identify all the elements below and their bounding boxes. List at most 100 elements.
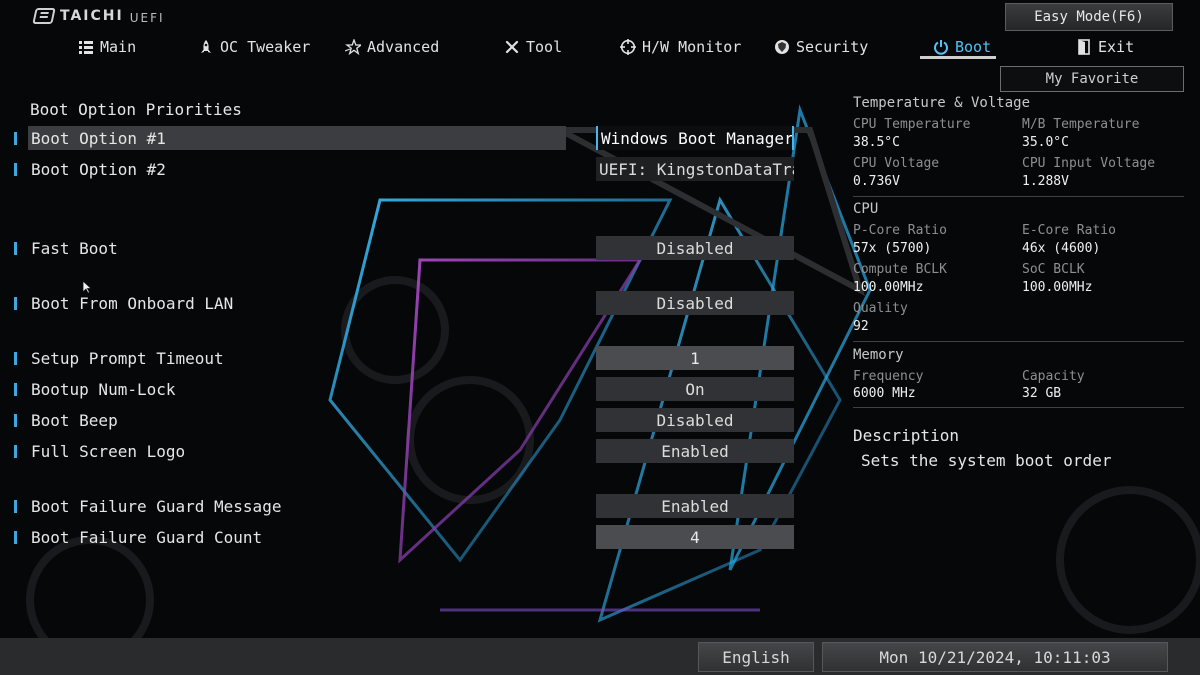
setting-label: Setup Prompt Timeout — [31, 349, 224, 368]
section-title: Boot Option Priorities — [30, 100, 242, 119]
compute-bclk-value: 100.00MHz — [853, 280, 924, 295]
setting-row-boot-failure-guard-message[interactable]: Boot Failure Guard Message Enabled — [0, 494, 800, 520]
crosshair-icon — [620, 39, 636, 55]
tab-oc-tweaker-label: OC Tweaker — [220, 38, 311, 56]
description-text: Sets the system boot order — [861, 451, 1112, 470]
memory-capacity-value: 32 GB — [1022, 386, 1062, 401]
setting-label: Boot Option #2 — [31, 160, 166, 179]
tab-exit[interactable]: Exit — [1076, 34, 1134, 60]
tab-main[interactable]: Main — [78, 34, 136, 60]
memory-section-title: Memory — [853, 347, 904, 363]
tab-boot-label: Boot — [955, 38, 992, 56]
brand-name: TAICHI — [60, 8, 124, 24]
cpu-voltage-label: CPU Voltage — [853, 156, 940, 171]
setting-value-fast-boot[interactable]: Disabled — [596, 236, 794, 260]
row-marker — [14, 500, 17, 513]
setting-value-setup-prompt-timeout[interactable]: 1 — [596, 346, 794, 370]
cpu-temp-value: 38.5°C — [853, 135, 900, 150]
setting-row-boot-option-1[interactable]: Boot Option #1 Windows Boot Manager ... — [0, 126, 800, 152]
soc-bclk-value: 100.00MHz — [1022, 280, 1093, 295]
setting-row-boot-from-onboard-lan[interactable]: Boot From Onboard LAN Disabled — [0, 291, 800, 317]
row-marker — [14, 297, 17, 310]
pcore-ratio-value: 57x (5700) — [853, 241, 932, 256]
setting-label: Bootup Num-Lock — [31, 380, 176, 399]
setting-value-boot-option-1[interactable]: Windows Boot Manager ... — [596, 126, 794, 150]
tab-hw-monitor[interactable]: H/W Monitor — [620, 34, 741, 60]
setting-label: Boot Option #1 — [31, 129, 166, 148]
tab-exit-label: Exit — [1098, 38, 1135, 56]
cpu-section-title: CPU — [853, 201, 879, 217]
row-marker — [14, 242, 17, 255]
setting-label: Boot Failure Guard Message — [31, 497, 282, 516]
divider — [853, 196, 1184, 197]
quality-label: Quality — [853, 301, 908, 316]
cpu-temp-label: CPU Temperature — [853, 117, 971, 132]
setting-value-boot-failure-guard-count[interactable]: 4 — [596, 525, 794, 549]
memory-frequency-value: 6000 MHz — [853, 386, 916, 401]
temp-voltage-title: Temperature & Voltage — [853, 95, 1031, 111]
ecore-ratio-value: 46x (4600) — [1022, 241, 1101, 256]
tab-hw-monitor-label: H/W Monitor — [642, 38, 742, 56]
setting-value-boot-option-2[interactable]: UEFI: KingstonDataTra... — [596, 157, 794, 181]
setting-value-boot-from-onboard-lan[interactable]: Disabled — [596, 291, 794, 315]
pcore-ratio-label: P-Core Ratio — [853, 223, 947, 238]
setting-row-boot-option-2[interactable]: Boot Option #2 UEFI: KingstonDataTra... — [0, 157, 800, 183]
rocket-icon — [201, 40, 211, 53]
brand-logo: TAICHI UEFI — [32, 8, 165, 25]
setting-value-full-screen-logo[interactable]: Enabled — [596, 439, 794, 463]
power-icon — [934, 40, 948, 55]
taichi-logo-icon — [32, 8, 56, 24]
tab-main-label: Main — [100, 38, 137, 56]
setting-row-bootup-num-lock[interactable]: Bootup Num-Lock On — [0, 377, 800, 403]
setting-row-full-screen-logo[interactable]: Full Screen Logo Enabled — [0, 439, 800, 465]
row-marker — [14, 383, 17, 396]
setting-row-setup-prompt-timeout[interactable]: Setup Prompt Timeout 1 — [0, 346, 800, 372]
row-marker — [14, 531, 17, 544]
setting-label: Boot Failure Guard Count — [31, 528, 263, 547]
row-marker — [14, 352, 17, 365]
main-nav: Main OC Tweaker Advanced Tool H/W Monito… — [0, 34, 1134, 60]
ecore-ratio-label: E-Core Ratio — [1022, 223, 1116, 238]
memory-frequency-label: Frequency — [853, 369, 924, 384]
description-title: Description — [853, 426, 959, 445]
list-icon — [79, 41, 93, 54]
tab-advanced-label: Advanced — [367, 38, 440, 56]
row-marker — [14, 414, 17, 427]
exit-door-icon — [1078, 39, 1090, 55]
memory-capacity-label: Capacity — [1022, 369, 1085, 384]
mb-temp-value: 35.0°C — [1022, 135, 1069, 150]
setting-label: Full Screen Logo — [31, 442, 186, 461]
setting-value-boot-beep[interactable]: Disabled — [596, 408, 794, 432]
divider — [853, 341, 1184, 342]
tab-oc-tweaker[interactable]: OC Tweaker — [198, 34, 310, 60]
compute-bclk-label: Compute BCLK — [853, 262, 947, 277]
row-marker — [14, 132, 17, 145]
easy-mode-button[interactable]: Easy Mode(F6) — [1005, 3, 1173, 31]
setting-label: Fast Boot — [31, 239, 118, 258]
tools-icon — [505, 40, 519, 54]
tab-tool[interactable]: Tool — [504, 34, 562, 60]
setting-label: Boot From Onboard LAN — [31, 294, 234, 313]
setting-value-boot-failure-guard-message[interactable]: Enabled — [596, 494, 794, 518]
row-marker — [14, 163, 17, 176]
tab-advanced[interactable]: Advanced — [345, 34, 439, 60]
shield-icon — [775, 40, 789, 54]
brand-sub: UEFI — [129, 11, 165, 25]
setting-label: Boot Beep — [31, 411, 118, 430]
divider — [853, 407, 1184, 408]
setting-row-fast-boot[interactable]: Fast Boot Disabled — [0, 236, 800, 262]
active-tab-underline — [920, 56, 996, 59]
tab-security[interactable]: Security — [774, 34, 868, 60]
my-favorite-button[interactable]: My Favorite — [1000, 66, 1184, 92]
soc-bclk-label: SoC BCLK — [1022, 262, 1085, 277]
setting-value-bootup-num-lock[interactable]: On — [596, 377, 794, 401]
mouse-cursor-icon — [82, 280, 92, 294]
language-button[interactable]: English — [698, 642, 814, 672]
tab-security-label: Security — [796, 38, 869, 56]
setting-row-boot-failure-guard-count[interactable]: Boot Failure Guard Count 4 — [0, 525, 800, 551]
row-marker — [14, 445, 17, 458]
cpu-input-voltage-label: CPU Input Voltage — [1022, 156, 1156, 171]
setting-row-boot-beep[interactable]: Boot Beep Disabled — [0, 408, 800, 434]
star-icon — [345, 39, 361, 55]
datetime-display[interactable]: Mon 10/21/2024, 10:11:03 — [822, 642, 1168, 672]
